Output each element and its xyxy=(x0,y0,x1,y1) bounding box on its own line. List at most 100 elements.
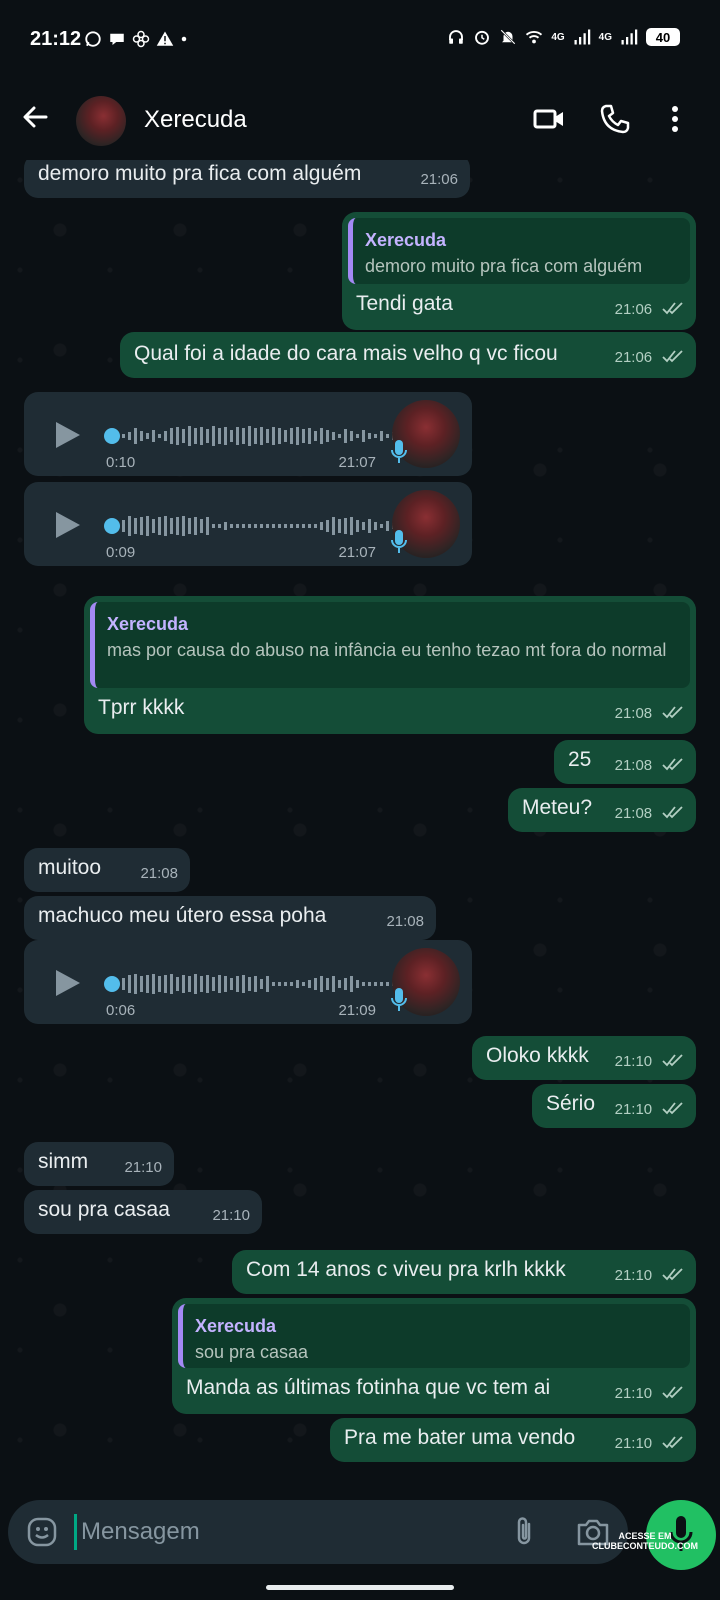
message-text: Com 14 anos c viveu pra krlh kkkk xyxy=(246,1258,566,1281)
message-time: 21:08 xyxy=(140,865,178,882)
quoted-text: mas por causa do abuso na infância eu te… xyxy=(107,640,667,660)
voice-message[interactable]: 0:09 21:07 xyxy=(24,482,472,566)
message-text: machuco meu útero essa poha xyxy=(38,904,327,927)
message-time: 21:10 xyxy=(124,1159,162,1176)
quoted-message[interactable]: Xerecuda demoro muito pra fica com algué… xyxy=(348,218,690,284)
message-text: Qual foi a idade do cara mais velho q vc… xyxy=(134,342,558,365)
message-time: 21:10 xyxy=(614,1101,653,1118)
waveform[interactable] xyxy=(122,970,402,998)
whatsapp-icon xyxy=(85,31,101,47)
double-check-icon xyxy=(662,758,683,771)
contact-name[interactable]: Xerecuda xyxy=(144,106,247,134)
voice-progress-dot[interactable] xyxy=(104,428,120,444)
contact-avatar[interactable] xyxy=(76,96,126,146)
watermark-line-2: CLUBECONTEUDO.COM xyxy=(592,1541,698,1551)
message-time: 21:07 xyxy=(338,544,376,561)
mic-icon xyxy=(391,440,407,463)
message-text: demoro muito pra fica com alguém xyxy=(38,162,362,185)
chat-header: Xerecuda xyxy=(0,80,720,160)
warning-icon xyxy=(156,31,174,46)
flower-icon xyxy=(132,30,150,48)
message-text: Meteu? xyxy=(522,796,593,819)
mute-icon xyxy=(500,29,516,45)
mic-icon xyxy=(391,530,407,553)
signal-icon xyxy=(621,29,638,45)
signal-icon xyxy=(574,29,590,45)
network-type-1: 4G xyxy=(551,31,565,43)
incoming-message[interactable]: simm 21:10 xyxy=(24,1142,174,1186)
message-time: 21:10 xyxy=(614,1267,653,1284)
chat-bubble-icon xyxy=(110,33,124,45)
message-text: muitoo xyxy=(38,856,102,879)
message-time: 21:08 xyxy=(386,913,424,930)
battery-icon: 40 xyxy=(646,28,680,46)
outgoing-reply-message[interactable]: Xerecuda sou pra casaa Manda as últimas … xyxy=(172,1298,696,1414)
message-text: sou pra casaa xyxy=(38,1198,170,1221)
voice-progress-dot[interactable] xyxy=(104,518,120,534)
double-check-icon xyxy=(662,350,683,363)
double-check-icon xyxy=(662,1102,683,1115)
outgoing-reply-message[interactable]: Xerecuda demoro muito pra fica com algué… xyxy=(342,212,696,330)
chat-messages[interactable]: demoro muito pra fica com alguém 21:06 X… xyxy=(0,160,720,1500)
waveform[interactable] xyxy=(122,512,402,540)
incoming-message[interactable]: demoro muito pra fica com alguém 21:06 xyxy=(24,160,470,198)
double-check-icon xyxy=(662,302,683,315)
waveform[interactable] xyxy=(122,422,402,450)
outgoing-message[interactable]: Sério 21:10 xyxy=(532,1084,696,1128)
voice-message[interactable]: 0:06 21:09 xyxy=(24,940,472,1024)
outgoing-message[interactable]: Qual foi a idade do cara mais velho q vc… xyxy=(120,332,696,378)
double-check-icon xyxy=(662,706,683,719)
play-icon[interactable] xyxy=(52,968,82,998)
voice-progress-dot[interactable] xyxy=(104,976,120,992)
message-time: 21:07 xyxy=(338,454,376,471)
alarm-icon xyxy=(475,30,490,45)
message-text: simm xyxy=(38,1150,89,1173)
message-time: 21:08 xyxy=(614,805,653,822)
play-icon[interactable] xyxy=(52,420,82,450)
watermark-line-1: ACESSE EM xyxy=(618,1531,672,1541)
home-indicator[interactable] xyxy=(266,1585,454,1590)
message-text: Oloko kkkk xyxy=(486,1044,589,1067)
outgoing-message[interactable]: Pra me bater uma vendo 21:10 xyxy=(330,1418,696,1462)
outgoing-message[interactable]: Meteu? 21:08 xyxy=(508,788,696,832)
phone-icon[interactable] xyxy=(598,102,632,136)
message-time: 21:09 xyxy=(338,1002,376,1019)
message-text: Sério xyxy=(546,1092,596,1115)
message-text: Manda as últimas fotinha que vc tem ai xyxy=(186,1376,551,1399)
more-vert-icon[interactable] xyxy=(660,102,690,136)
message-time: 21:08 xyxy=(614,757,653,774)
voice-message[interactable]: 0:10 21:07 xyxy=(24,392,472,476)
mic-icon xyxy=(391,988,407,1011)
message-text: 25 xyxy=(568,748,592,771)
quoted-author: Xerecuda xyxy=(107,614,189,634)
quoted-author: Xerecuda xyxy=(365,230,447,250)
message-time: 21:10 xyxy=(614,1053,653,1070)
incoming-message[interactable]: sou pra casaa 21:10 xyxy=(24,1190,262,1234)
outgoing-message[interactable]: Oloko kkkk 21:10 xyxy=(472,1036,696,1080)
double-check-icon xyxy=(662,1386,683,1399)
message-time: 21:06 xyxy=(420,171,458,188)
back-arrow-icon[interactable] xyxy=(20,102,50,132)
status-system-icons: 4G 4G 40 xyxy=(447,28,680,46)
wifi-icon xyxy=(526,30,543,44)
outgoing-reply-message[interactable]: Xerecuda mas por causa do abuso na infân… xyxy=(84,596,696,734)
play-icon[interactable] xyxy=(52,510,82,540)
message-time: 21:08 xyxy=(614,705,653,722)
message-time: 21:10 xyxy=(212,1207,250,1224)
headphones-icon xyxy=(449,30,464,44)
emoji-sticker-icon[interactable] xyxy=(26,1516,58,1548)
quoted-message[interactable]: Xerecuda mas por causa do abuso na infân… xyxy=(90,602,690,688)
double-check-icon xyxy=(662,1268,683,1281)
attach-icon[interactable] xyxy=(510,1516,540,1548)
video-call-icon[interactable] xyxy=(532,102,566,136)
network-type-2: 4G xyxy=(598,31,612,43)
incoming-message[interactable]: machuco meu útero essa poha 21:08 xyxy=(24,896,436,940)
quoted-message[interactable]: Xerecuda sou pra casaa xyxy=(178,1304,690,1368)
status-time: 21:12 xyxy=(30,28,82,50)
outgoing-message[interactable]: Com 14 anos c viveu pra krlh kkkk 21:10 xyxy=(232,1250,696,1294)
message-time: 21:10 xyxy=(614,1385,653,1402)
quoted-text: demoro muito pra fica com alguém xyxy=(365,256,643,276)
message-input[interactable] xyxy=(74,1514,474,1550)
outgoing-message[interactable]: 25 21:08 xyxy=(554,740,696,784)
incoming-message[interactable]: muitoo 21:08 xyxy=(24,848,190,892)
